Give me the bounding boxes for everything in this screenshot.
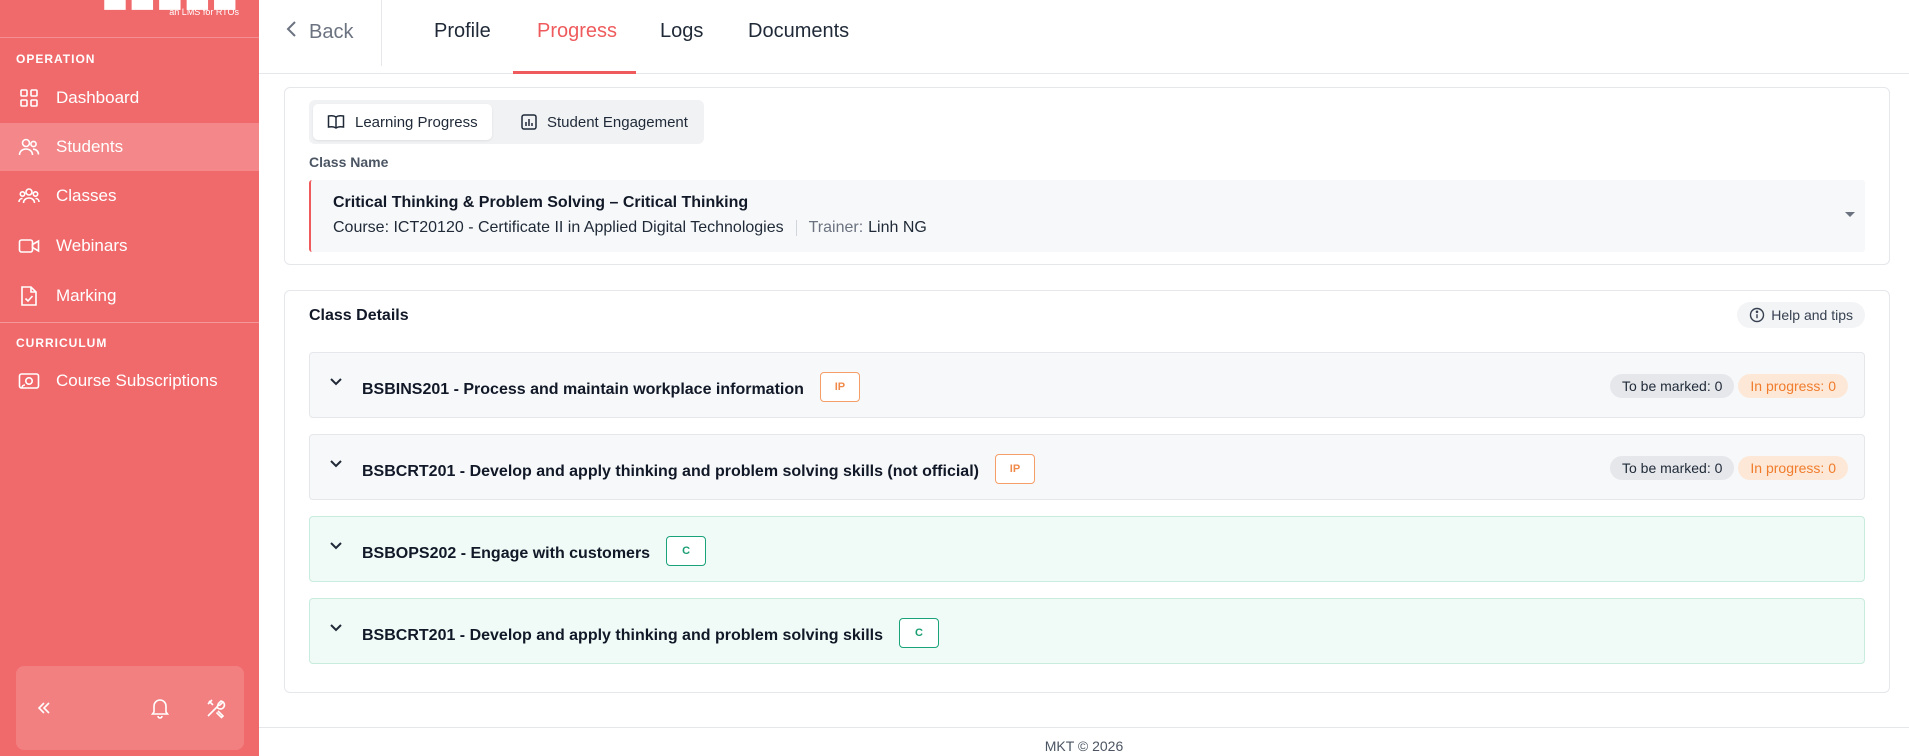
class-details-title: Class Details [309, 307, 409, 324]
section-curriculum: CURRICULUM [16, 336, 108, 350]
footer-divider [259, 727, 1909, 728]
caret-down-icon [1845, 212, 1855, 217]
file-check-icon [18, 285, 40, 307]
back-button[interactable]: Back [285, 20, 353, 44]
tools-icon[interactable] [202, 694, 230, 722]
sidebar-item-dashboard[interactable]: Dashboard [0, 74, 259, 122]
unit-title: BSBCRT201 - Develop and apply thinking a… [362, 627, 883, 645]
chevron-left-icon [285, 20, 297, 44]
section-operation: OPERATION [16, 52, 96, 66]
meta-separator [795, 220, 797, 236]
nav-divider [0, 322, 259, 323]
learning-progress-button[interactable]: Learning Progress [313, 104, 492, 140]
tab-documents[interactable]: Documents [748, 20, 849, 43]
footer-copyright: MKT © 2026 [1044, 738, 1124, 754]
unit-title: BSBOPS202 - Engage with customers [362, 545, 651, 563]
sidebar-item-students[interactable]: Students [0, 123, 259, 171]
sidebar-item-label: Classes [56, 186, 117, 205]
unit-counts: To be marked: 0 In progress: 0 [1606, 374, 1848, 398]
class-select[interactable]: Critical Thinking & Problem Solving – Cr… [309, 180, 1865, 252]
chevron-down-icon[interactable] [328, 537, 344, 553]
tab-progress[interactable]: Progress [537, 20, 617, 43]
bar-chart-icon [521, 114, 537, 130]
book-icon [327, 114, 345, 130]
in-progress-badge: In progress: 0 [1738, 374, 1848, 398]
video-icon [18, 235, 40, 257]
unit-row[interactable]: BSBINS201 - Process and maintain workpla… [309, 352, 1865, 418]
chevron-down-icon[interactable] [328, 373, 344, 389]
learning-progress-label: Learning Progress [355, 113, 478, 131]
group-icon [18, 185, 40, 207]
brand-subtitle: an LMS for RTOs [169, 7, 239, 17]
class-details-card: Class Details Help and tips BSBINS201 - … [284, 290, 1890, 693]
top-divider [381, 0, 382, 66]
active-tab-indicator [513, 71, 636, 74]
to-be-marked-badge: To be marked: 0 [1610, 456, 1735, 480]
trainer-label: Trainer: [808, 219, 864, 236]
unit-title-row: BSBCRT201 - Develop and apply thinking a… [362, 454, 1035, 487]
help-and-tips-button[interactable]: Help and tips [1737, 302, 1865, 328]
collapse-icon[interactable] [30, 694, 58, 722]
info-icon [1749, 307, 1765, 323]
to-be-marked-badge: To be marked: 0 [1610, 374, 1735, 398]
view-switcher: Learning Progress Student Engagement [309, 100, 704, 144]
top-tabs-bar: Back Profile Progress Logs Documents [259, 0, 1909, 74]
sidebar: ▬▬▬▬▬ an LMS for RTOs OPERATION Dashboar… [0, 0, 259, 756]
chevron-down-icon[interactable] [328, 455, 344, 471]
status-badge: C [898, 618, 939, 648]
status-badge: C [666, 536, 707, 566]
class-title: Critical Thinking & Problem Solving – Cr… [333, 194, 749, 211]
unit-row[interactable]: BSBOPS202 - Engage with customers C [309, 516, 1865, 582]
unit-row[interactable]: BSBCRT201 - Develop and apply thinking a… [309, 434, 1865, 500]
tab-logs[interactable]: Logs [660, 20, 703, 43]
sidebar-footer [16, 666, 244, 750]
sidebar-item-webinars[interactable]: Webinars [0, 222, 259, 270]
grid-icon [18, 87, 40, 109]
tab-profile[interactable]: Profile [434, 20, 491, 43]
student-engagement-label: Student Engagement [547, 113, 688, 131]
unit-counts: To be marked: 0 In progress: 0 [1606, 456, 1848, 480]
progress-card: Learning Progress Student Engagement Cla… [284, 87, 1890, 265]
course-label: Course: [333, 219, 390, 236]
class-meta: Course: ICT20120 - Certificate II in App… [333, 219, 927, 237]
sidebar-item-course-subscriptions[interactable]: Course Subscriptions [0, 357, 259, 405]
class-name-label: Class Name [309, 154, 389, 170]
sidebar-item-label: Course Subscriptions [56, 371, 218, 390]
unit-title-row: BSBOPS202 - Engage with customers C [362, 536, 707, 569]
help-label: Help and tips [1771, 307, 1853, 323]
student-engagement-button[interactable]: Student Engagement [507, 104, 702, 140]
subscription-icon [18, 370, 40, 392]
status-badge: IP [819, 372, 860, 402]
unit-title: BSBINS201 - Process and maintain workpla… [362, 381, 804, 399]
brand: ▬▬▬▬▬ an LMS for RTOs [0, 0, 259, 38]
sidebar-item-label: Dashboard [56, 88, 140, 107]
course-value: ICT20120 - Certificate II in Applied Dig… [393, 219, 784, 236]
status-badge: IP [994, 454, 1035, 484]
chevron-down-icon[interactable] [328, 619, 344, 635]
unit-title: BSBCRT201 - Develop and apply thinking a… [362, 463, 979, 481]
sidebar-item-label: Marking [56, 286, 117, 305]
in-progress-badge: In progress: 0 [1738, 456, 1848, 480]
unit-title-row: BSBINS201 - Process and maintain workpla… [362, 372, 860, 405]
sidebar-item-classes[interactable]: Classes [0, 172, 259, 220]
sidebar-item-label: Students [56, 137, 124, 156]
sidebar-item-marking[interactable]: Marking [0, 272, 259, 320]
bell-icon[interactable] [146, 694, 174, 722]
users-icon [18, 136, 40, 158]
unit-row[interactable]: BSBCRT201 - Develop and apply thinking a… [309, 598, 1865, 664]
sidebar-item-label: Webinars [56, 236, 128, 255]
back-label: Back [309, 20, 354, 43]
trainer-value: Linh NG [868, 219, 927, 236]
unit-title-row: BSBCRT201 - Develop and apply thinking a… [362, 618, 939, 651]
